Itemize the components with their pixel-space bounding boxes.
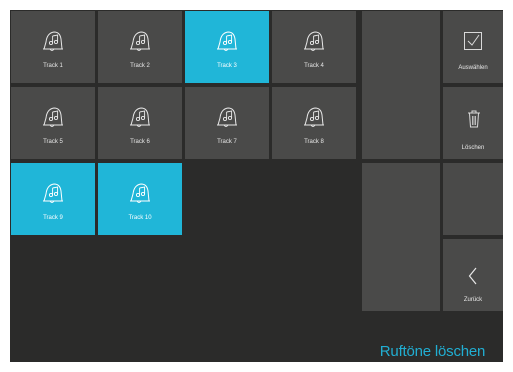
select-button[interactable]: Auswählen xyxy=(443,11,503,83)
side-panel-placeholder-top xyxy=(362,11,440,159)
track-tile-9[interactable]: Track 9 xyxy=(11,163,95,235)
bell-note-icon xyxy=(43,107,63,127)
back-button[interactable]: Zurück xyxy=(443,239,503,311)
track-label: Track 1 xyxy=(43,63,63,69)
track-label: Track 3 xyxy=(217,63,237,69)
bell-note-icon xyxy=(43,183,63,203)
track-tile-3[interactable]: Track 3 xyxy=(185,11,269,83)
track-label: Track 10 xyxy=(128,215,152,221)
bell-note-icon xyxy=(304,107,324,127)
bell-note-icon xyxy=(217,31,237,51)
bell-note-icon xyxy=(130,183,150,203)
delete-label: Löschen xyxy=(461,145,485,151)
track-tile-5[interactable]: Track 5 xyxy=(11,87,95,159)
ringtone-delete-screen: Track 1 Track 2 Track 3 Track 4 Track 5 … xyxy=(10,10,503,362)
side-panel-placeholder-right xyxy=(443,163,503,235)
bell-note-icon xyxy=(130,107,150,127)
track-label: Track 7 xyxy=(217,139,237,145)
track-tile-8[interactable]: Track 8 xyxy=(272,87,356,159)
select-label: Auswählen xyxy=(458,65,488,71)
checkbox-icon xyxy=(464,32,482,50)
track-label: Track 5 xyxy=(43,139,63,145)
track-tile-10[interactable]: Track 10 xyxy=(98,163,182,235)
track-tile-2[interactable]: Track 2 xyxy=(98,11,182,83)
title-bar: Ruftöne löschen xyxy=(362,315,503,362)
bell-note-icon xyxy=(217,107,237,127)
trash-icon xyxy=(468,110,480,128)
track-label: Track 4 xyxy=(304,63,324,69)
track-label: Track 2 xyxy=(130,63,150,69)
bell-note-icon xyxy=(130,31,150,51)
track-label: Track 9 xyxy=(43,215,63,221)
back-label: Zurück xyxy=(463,297,483,303)
track-label: Track 6 xyxy=(130,139,150,145)
track-label: Track 8 xyxy=(304,139,324,145)
bell-note-icon xyxy=(304,31,324,51)
track-tile-4[interactable]: Track 4 xyxy=(272,11,356,83)
side-panel-placeholder-middle xyxy=(362,163,440,311)
track-tile-7[interactable]: Track 7 xyxy=(185,87,269,159)
chevron-left-icon xyxy=(468,267,477,285)
delete-button[interactable]: Löschen xyxy=(443,87,503,159)
track-tile-6[interactable]: Track 6 xyxy=(98,87,182,159)
screen-title: Ruftöne löschen xyxy=(379,343,486,360)
track-tile-1[interactable]: Track 1 xyxy=(11,11,95,83)
bell-note-icon xyxy=(43,31,63,51)
